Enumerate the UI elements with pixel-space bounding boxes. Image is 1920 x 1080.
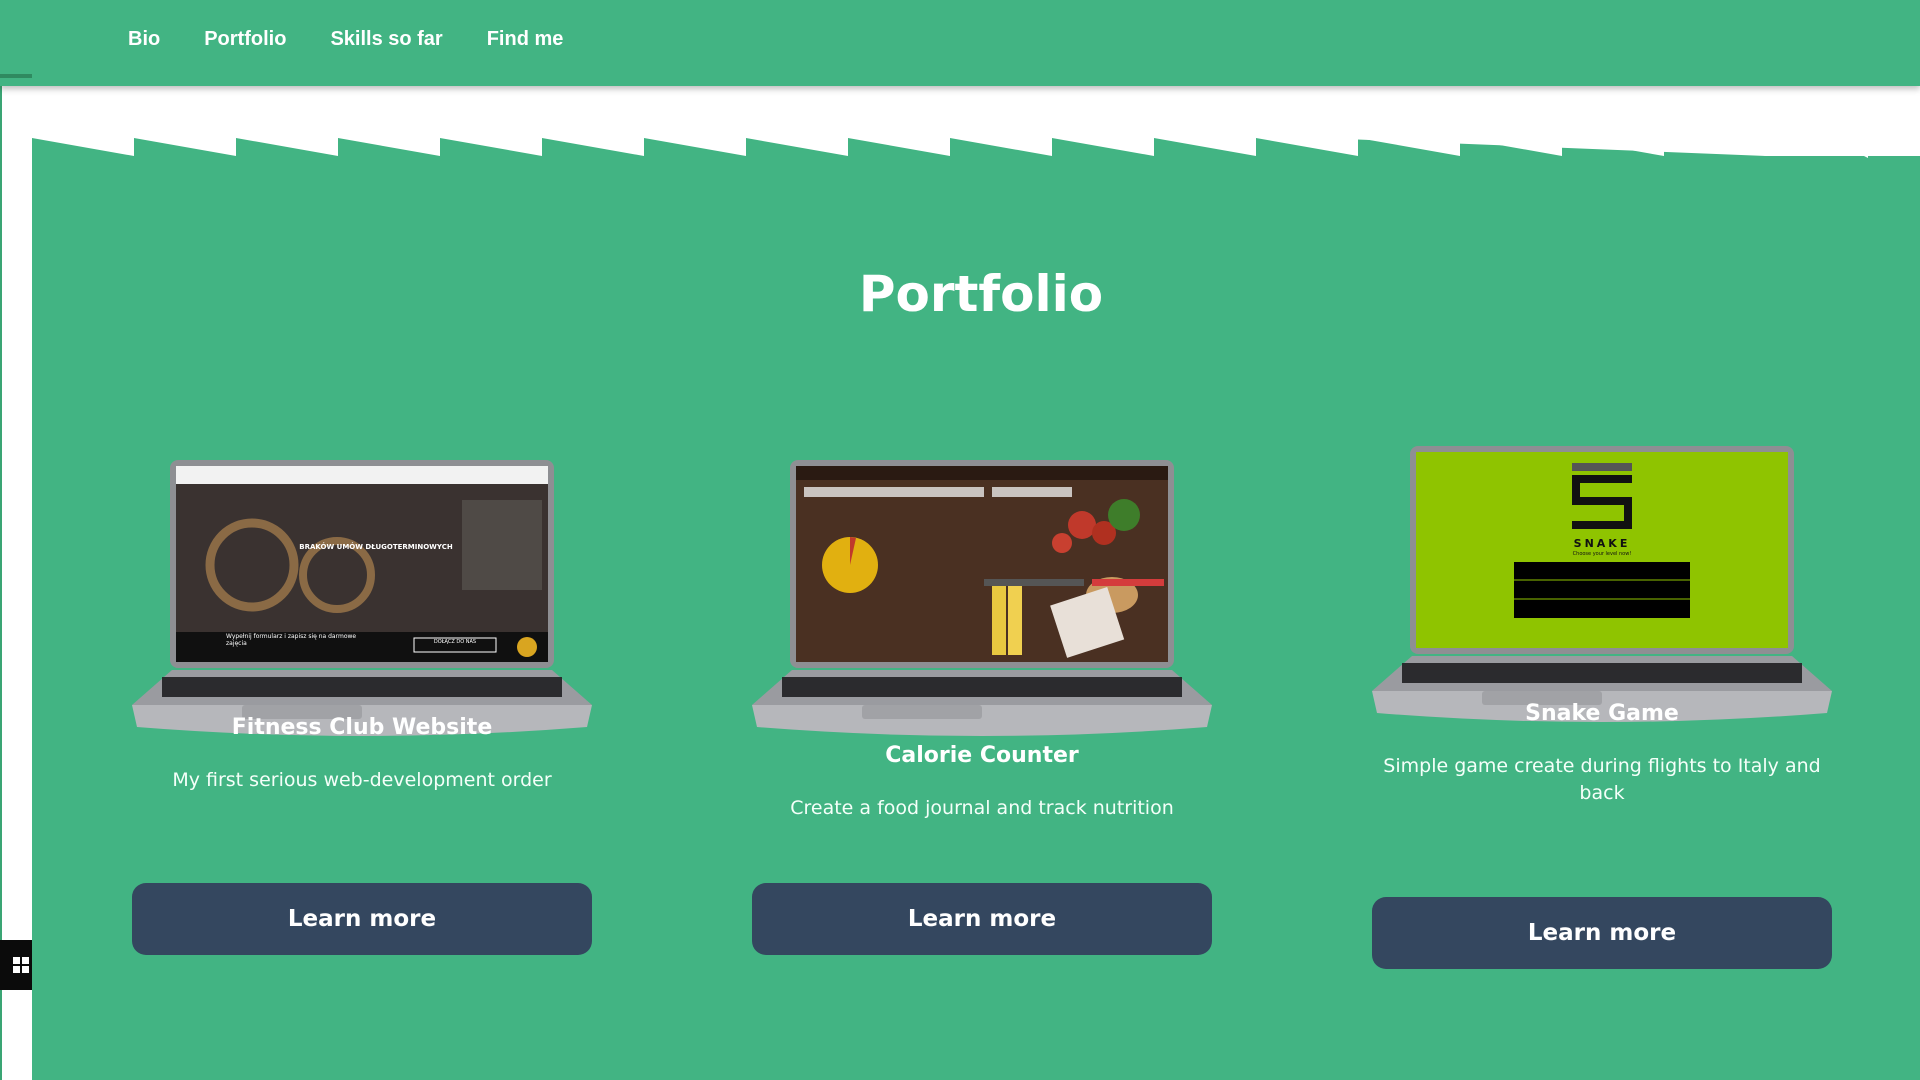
screen-logo-text: SNAKE [1573,537,1631,550]
laptop-mockup [752,460,1212,736]
nav-item-bio[interactable]: Bio [128,28,160,51]
nav-item-portfolio[interactable]: Portfolio [204,28,286,51]
screen-cta-button: DOŁĄCZ DO NAS [433,639,477,645]
learn-more-button[interactable]: Learn more [1372,897,1832,969]
screen-tagline: Choose your level now! [1572,551,1632,557]
nav-edge [0,74,32,78]
sawtooth-divider [32,86,1920,158]
learn-more-button[interactable]: Learn more [752,883,1212,955]
nav-item-find-me[interactable]: Find me [487,28,564,51]
project-description: My first serious web-development order [172,769,552,791]
project-card-snake: SNAKE Choose your level now! Snake Game … [1372,441,1832,969]
nav-item-skills[interactable]: Skills so far [330,28,442,51]
top-navigation: Bio Portfolio Skills so far Find me [0,0,1920,86]
project-description: Simple game create during flights to Ita… [1383,755,1821,804]
laptop-mockup [132,460,592,736]
learn-more-button[interactable]: Learn more [132,883,592,955]
section-title: Portfolio [858,265,1104,323]
left-gutter-edge [0,0,2,1080]
project-card-fitness: BRAKÓW UMÓW DŁUGOTERMINOWYCH Wypełnij fo… [132,455,592,955]
project-title: Calorie Counter [885,743,1079,768]
project-card-calorie: Calorie Counter Create a food journal an… [752,455,1212,955]
nav-menu: Bio Portfolio Skills so far Find me [128,28,607,51]
left-gutter [0,0,32,1080]
project-description: Create a food journal and track nutritio… [790,797,1174,819]
windows-icon[interactable] [0,940,32,990]
laptop-mockup [1372,446,1832,722]
screen-headline: BRAKÓW UMÓW DŁUGOTERMINOWYCH [299,543,453,551]
screen-cta-text: Wypełnij formularz i zapisz się na darmo… [226,633,357,647]
